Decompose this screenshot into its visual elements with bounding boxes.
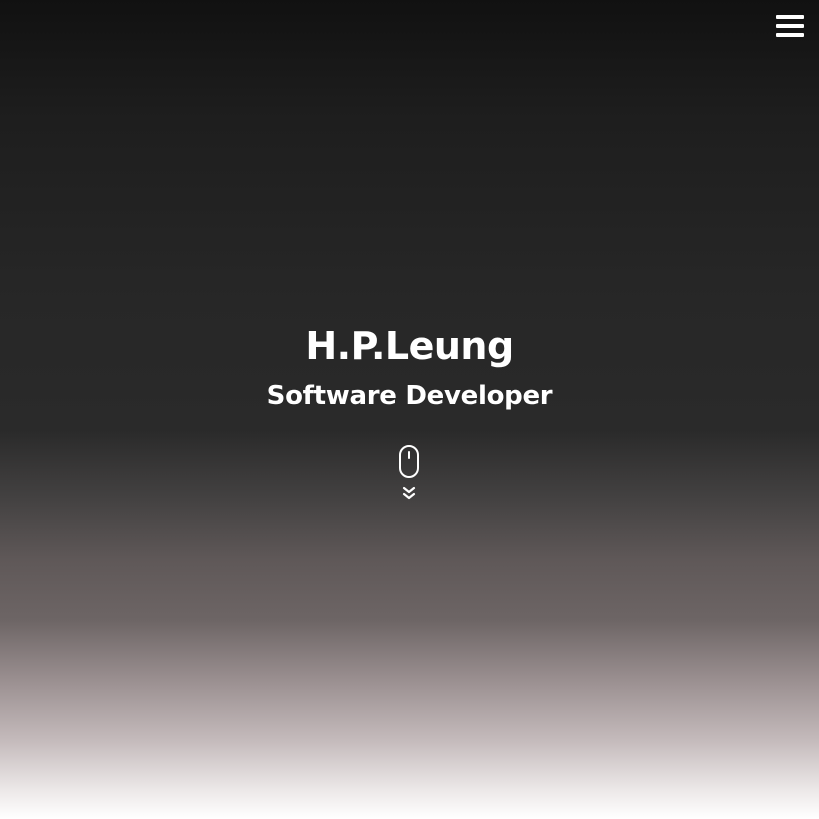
scroll-down-indicator[interactable] <box>398 445 420 505</box>
hamburger-menu-icon[interactable] <box>776 12 804 40</box>
hero-section: H.P.Leung Software Developer <box>0 320 819 414</box>
scroll-indicator-graphic <box>399 445 419 500</box>
menu-bar-top <box>776 15 804 19</box>
menu-bar-middle <box>776 24 804 28</box>
hero-name: H.P.Leung <box>305 324 514 368</box>
hero-role: Software Developer <box>266 381 553 411</box>
menu-bar-bottom <box>776 33 804 37</box>
mouse-icon <box>399 445 419 478</box>
double-chevron-down-icon <box>402 486 416 500</box>
